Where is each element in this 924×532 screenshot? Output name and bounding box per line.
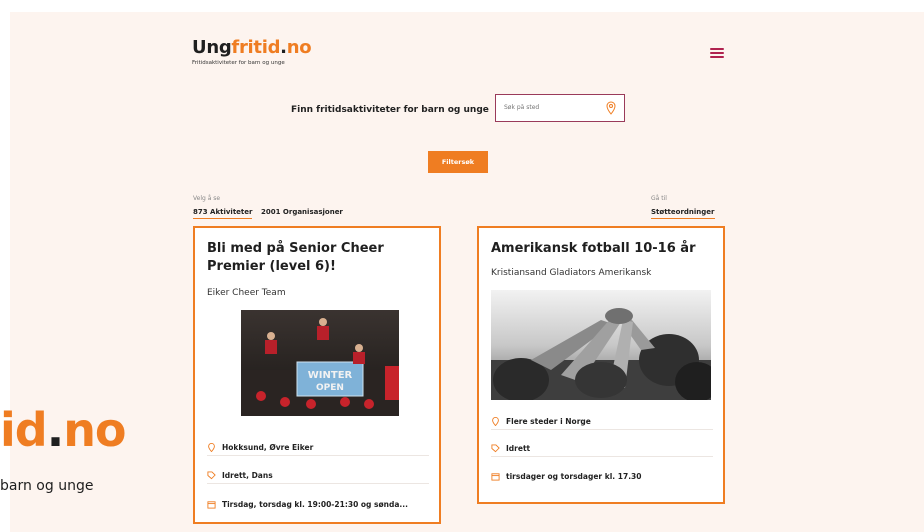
search-field[interactable] [495,94,625,122]
card-location-text: Flere steder i Norge [506,417,591,426]
banner-text-winter: WINTER [308,370,353,381]
tab-organisations[interactable]: 2001 Organisasjoner [261,208,343,218]
card-category-text: Idrett [506,444,531,453]
logo-part-no: no [286,37,312,58]
filter-search-button[interactable]: Filtersøk [428,151,488,173]
tag-icon [207,471,216,480]
search-input[interactable] [504,104,594,111]
card-title-line1: Bli med på Senior Cheer [207,241,384,256]
card-category: Idrett [491,441,713,457]
card-location: Hokksund, Øvre Eiker [207,440,429,456]
location-pin-icon [606,101,616,115]
card-title: Amerikansk fotball 10-16 år [491,240,716,258]
logo-part-fritid: fritid [231,37,281,58]
card-organisation: Eiker Cheer Team [207,288,286,298]
tag-icon [491,444,500,453]
activity-card[interactable]: Amerikansk fotball 10-16 år Kristiansand… [477,226,725,504]
card-location: Flere steder i Norge [491,414,713,430]
tab-activities[interactable]: 873 Aktiviteter [193,208,253,219]
support-schemes-link[interactable]: Støtteordninger [651,208,715,219]
football-photo [491,290,711,400]
view-select-label: Velg å se [193,195,221,202]
logo-wordmark: Ungfritid.no [192,37,312,58]
calendar-icon [207,500,216,509]
card-title-line1: Amerikansk fotball 10-16 år [491,241,696,256]
cheer-photo: WINTER OPEN [241,310,399,416]
card-schedule-text: tirsdager og torsdager kl. 17.30 [506,471,642,481]
card-category: Idrett, Dans [207,468,429,484]
page: Ungfritid.no Fritidsaktiviteter for barn… [10,12,924,532]
card-title-line2: Premier (level 6)! [207,259,336,274]
card-organisation: Kristiansand Gladiators Amerikansk [491,268,652,278]
card-schedule-text: Tirsdag, torsdag kl. 19:00-21:30 og sønd… [222,499,408,509]
card-category-text: Idrett, Dans [222,471,273,480]
menu-icon[interactable] [710,48,724,58]
card-schedule: tirsdager og torsdager kl. 17.30 [491,468,713,484]
card-title: Bli med på Senior Cheer Premier (level 6… [207,240,432,276]
background-logo-part1: id [0,403,48,457]
background-tagline: barn og unge [0,478,94,494]
search-heading: Finn fritidsaktiviteter for barn og unge [291,105,489,115]
card-location-text: Hokksund, Øvre Eiker [222,443,314,452]
location-pin-icon [492,417,499,426]
goto-label: Gå til [651,195,667,202]
background-logo-dot: . [46,403,65,457]
location-pin-icon [208,443,215,452]
banner-text-open: OPEN [316,383,344,393]
activity-card[interactable]: Bli med på Senior Cheer Premier (level 6… [193,226,441,524]
logo-tagline: Fritidsaktiviteter for barn og unge [192,60,285,66]
site-logo[interactable]: Ungfritid.no Fritidsaktiviteter for barn… [192,37,312,67]
background-logo-part2: no [63,403,126,457]
calendar-icon [491,472,500,481]
background-logo: id.no [0,403,127,457]
logo-part-ung: Ung [192,37,232,58]
card-schedule: Tirsdag, torsdag kl. 19:00-21:30 og sønd… [207,496,429,512]
